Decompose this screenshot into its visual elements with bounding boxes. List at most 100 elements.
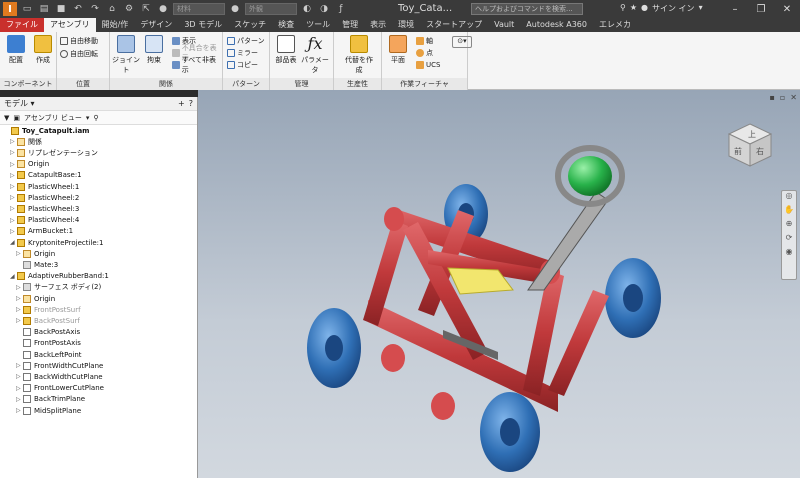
- star-icon[interactable]: ★: [630, 3, 637, 14]
- arm-bucket[interactable]: [527, 191, 609, 291]
- tree-item[interactable]: BackLeftPoint: [16, 349, 82, 360]
- expand-toggle-icon[interactable]: ▷: [10, 205, 17, 212]
- tab-10[interactable]: 環境: [392, 18, 420, 32]
- tree-item[interactable]: ▷ BackPostSurf: [16, 315, 80, 326]
- add-icon[interactable]: +: [178, 99, 185, 108]
- substitute-button[interactable]: 代替を作成: [342, 35, 376, 75]
- browser-view-selector[interactable]: アセンブリ ビュー: [24, 113, 82, 123]
- mirror-button[interactable]: ミラー: [227, 48, 258, 58]
- expand-toggle-icon[interactable]: ▷: [10, 183, 17, 190]
- expand-toggle-icon[interactable]: ▷: [16, 306, 23, 313]
- binoculars-icon[interactable]: ⚲: [620, 3, 626, 14]
- tree-item[interactable]: Toy_Catapult.iam: [4, 125, 89, 136]
- create-button[interactable]: 作成: [29, 35, 57, 65]
- binoculars-icon[interactable]: ⚲: [93, 114, 98, 122]
- tab-12[interactable]: Vault: [488, 18, 520, 32]
- tab-3[interactable]: デザイン: [134, 18, 178, 32]
- tab-4[interactable]: 3D モデル: [178, 18, 228, 32]
- adjust-icon[interactable]: ◑: [317, 2, 331, 16]
- appearance-combo[interactable]: 外観: [245, 3, 297, 15]
- help-icon[interactable]: ?: [189, 99, 193, 108]
- signin-link[interactable]: サイン イン: [652, 3, 695, 14]
- tree-item[interactable]: ▷ 関係: [10, 136, 42, 147]
- expand-toggle-icon[interactable]: ▷: [10, 161, 17, 168]
- tree-item[interactable]: ▷ BackTrimPlane: [16, 394, 85, 405]
- expand-toggle-icon[interactable]: ◢: [10, 273, 17, 280]
- expand-toggle-icon[interactable]: ▷: [16, 295, 23, 302]
- tree-item[interactable]: ▷ ArmBucket:1: [10, 226, 73, 237]
- tree-item[interactable]: ▷ CatapultBase:1: [10, 170, 82, 181]
- catapult-model[interactable]: [198, 90, 800, 478]
- tree-item[interactable]: ▷ FrontWidthCutPlane: [16, 360, 103, 371]
- expand-toggle-icon[interactable]: ▷: [10, 194, 17, 201]
- tree-item[interactable]: FrontPostAxis: [16, 338, 81, 349]
- ribbon-options-icon[interactable]: ⊙▾: [452, 36, 472, 48]
- free-rotate-button[interactable]: 自由回転: [60, 49, 98, 59]
- tree-item[interactable]: ▷ PlasticWheel:1: [10, 181, 79, 192]
- tab-13[interactable]: Autodesk A360: [520, 18, 593, 32]
- tab-14[interactable]: エレメカ: [593, 18, 637, 32]
- tree-item[interactable]: ▷ PlasticWheel:4: [10, 215, 79, 226]
- expand-toggle-icon[interactable]: ▷: [10, 172, 17, 179]
- close-icon[interactable]: ✕: [774, 0, 800, 18]
- tree-item[interactable]: ▷ PlasticWheel:3: [10, 203, 79, 214]
- app-logo[interactable]: I: [3, 2, 17, 16]
- joint-button[interactable]: ジョイント: [112, 35, 140, 75]
- redo-icon[interactable]: ↷: [88, 2, 102, 16]
- kryptonite-projectile[interactable]: [568, 156, 612, 196]
- expand-toggle-icon[interactable]: ▷: [16, 396, 23, 403]
- expand-toggle-icon[interactable]: ◢: [10, 239, 17, 246]
- expand-toggle-icon[interactable]: ▷: [16, 407, 23, 414]
- tree-item[interactable]: ◢ KryptonitеProjectile:1: [10, 237, 103, 248]
- expand-toggle-icon[interactable]: ▷: [16, 385, 23, 392]
- tab-0[interactable]: ファイル: [0, 18, 44, 32]
- expand-toggle-icon[interactable]: ▷: [16, 284, 23, 291]
- constrain-button[interactable]: 拘束: [140, 35, 168, 65]
- pattern-button[interactable]: パターン: [227, 36, 265, 46]
- expand-toggle-icon[interactable]: ▷: [16, 373, 23, 380]
- chevron-down-icon[interactable]: ▾: [86, 114, 90, 122]
- expand-toggle-icon[interactable]: ▷: [16, 362, 23, 369]
- tree-item[interactable]: BackPostAxis: [16, 327, 80, 338]
- help-search-input[interactable]: ヘルプおよびコマンドを検索...: [471, 3, 583, 15]
- minimize-icon[interactable]: –: [722, 0, 748, 18]
- tab-8[interactable]: 管理: [336, 18, 364, 32]
- free-move-button[interactable]: 自由移動: [60, 36, 98, 46]
- open-icon[interactable]: ▤: [37, 2, 51, 16]
- update-icon[interactable]: ⚙: [122, 2, 136, 16]
- expand-toggle-icon[interactable]: ▷: [16, 250, 23, 257]
- tab-11[interactable]: スタートアップ: [420, 18, 488, 32]
- home-icon[interactable]: ⌂: [105, 2, 119, 16]
- expand-toggle-icon[interactable]: ▷: [10, 138, 17, 145]
- params-button[interactable]: ƒx パラメータ: [301, 35, 329, 75]
- tree-item[interactable]: ▷ Origin: [16, 248, 55, 259]
- tab-1[interactable]: アセンブリ: [44, 18, 96, 32]
- filter-icon[interactable]: ▼: [4, 114, 9, 122]
- select-icon[interactable]: ⇱: [139, 2, 153, 16]
- expand-toggle-icon[interactable]: ▷: [10, 228, 17, 235]
- user-icon[interactable]: ●: [641, 3, 648, 14]
- save-icon[interactable]: ■: [54, 2, 68, 16]
- browser-title[interactable]: モデル ▾: [4, 98, 35, 109]
- new-icon[interactable]: ▭: [20, 2, 34, 16]
- point-button[interactable]: 点: [416, 48, 433, 58]
- chevron-down-icon[interactable]: ▾: [699, 3, 703, 14]
- tree-item[interactable]: Mate:3: [16, 259, 58, 270]
- tab-9[interactable]: 表示: [364, 18, 392, 32]
- hide-all-button[interactable]: すべて非表示: [172, 56, 222, 74]
- fx-icon[interactable]: ƒ: [334, 2, 348, 16]
- tab-5[interactable]: スケッチ: [228, 18, 272, 32]
- tab-2[interactable]: 開始/作: [96, 18, 135, 32]
- axis-button[interactable]: 軸: [416, 36, 433, 46]
- expand-toggle-icon[interactable]: ▷: [16, 317, 23, 324]
- tree-item[interactable]: ▷ FrontLowerCutPlane: [16, 383, 104, 394]
- tree-item[interactable]: ▷ サーフェス ボディ(2): [16, 282, 101, 293]
- tree-item[interactable]: ▷ Origin: [10, 159, 49, 170]
- tree-item[interactable]: ▷ BackWidthCutPlane: [16, 371, 103, 382]
- tree-item[interactable]: ◢ AdaptiveRubberBand:1: [10, 271, 109, 282]
- bom-button[interactable]: 部品表: [272, 35, 300, 65]
- tab-6[interactable]: 検査: [272, 18, 300, 32]
- place-button[interactable]: 配置: [2, 35, 30, 65]
- ucs-button[interactable]: UCS: [416, 60, 440, 70]
- expand-toggle-icon[interactable]: ▷: [10, 217, 17, 224]
